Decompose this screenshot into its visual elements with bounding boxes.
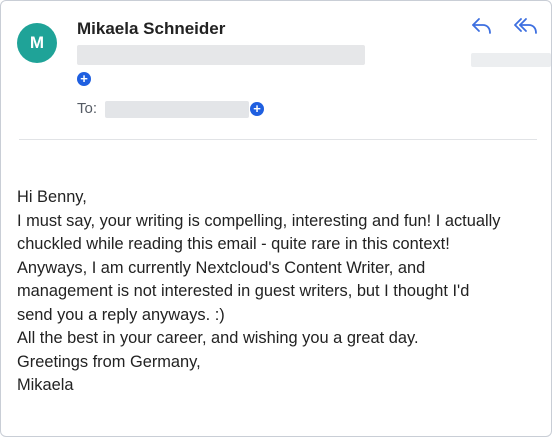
to-label: To: — [77, 100, 98, 117]
body-line: All the best in your career, and wishing… — [17, 329, 419, 347]
add-sender-contact-icon[interactable]: + — [77, 72, 91, 86]
message-body: Hi Benny, I must say, your writing is co… — [17, 186, 547, 398]
body-line: Greetings from Germany, — [17, 352, 201, 371]
reply-all-button[interactable] — [514, 15, 538, 37]
reply-button[interactable] — [470, 15, 494, 37]
body-line: Anyways, I am currently Nextcloud's Cont… — [17, 258, 426, 277]
body-line: Mikaela — [17, 376, 74, 394]
body-line: I must say, your writing is compelling, … — [17, 211, 501, 230]
body-line: management is not interested in guest wr… — [17, 282, 470, 300]
body-line: chuckled while reading this email - quit… — [17, 235, 450, 253]
reply-icon — [472, 18, 491, 34]
header-divider — [19, 139, 537, 140]
sender-name[interactable]: Mikaela Schneider — [77, 19, 225, 39]
message-date-redacted — [471, 53, 551, 67]
sender-avatar[interactable]: M — [17, 23, 57, 63]
add-recipient-contact-icon[interactable]: + — [250, 102, 264, 116]
sender-email-redacted — [77, 45, 365, 65]
body-line: send you a reply anyways. :) — [17, 305, 225, 324]
avatar-initial: M — [29, 33, 45, 52]
body-line: Hi Benny, — [17, 188, 87, 206]
reply-all-icon — [514, 18, 537, 34]
email-message-card: M Mikaela Schneider + To: + Hi Benny, I … — [0, 0, 552, 437]
to-recipient-redacted[interactable] — [105, 101, 249, 118]
